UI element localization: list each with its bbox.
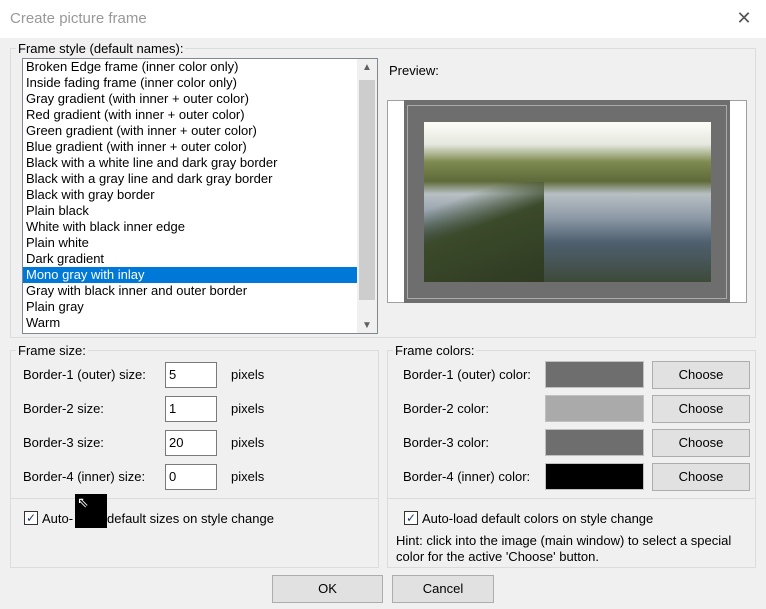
- mouse-cursor-icon: ⇖: [77, 494, 89, 510]
- pixels-unit-label: pixels: [231, 367, 265, 382]
- scrollbar-thumb[interactable]: [359, 80, 375, 300]
- border-4-color-swatch: [545, 463, 644, 490]
- auto-colors-checkbox[interactable]: ✓: [404, 511, 418, 525]
- border-4-choose-button[interactable]: Choose: [652, 463, 750, 491]
- frame-style-list[interactable]: Broken Edge frame (inner color only) Insi…: [22, 58, 378, 334]
- list-item[interactable]: Black with gray border: [23, 187, 377, 203]
- list-item[interactable]: Green gradient (with inner + outer color…: [23, 123, 377, 139]
- border-2-size-input[interactable]: 1: [165, 396, 217, 422]
- list-item[interactable]: Plain black: [23, 203, 377, 219]
- border-1-color-label: Border-1 (outer) color:: [403, 367, 531, 382]
- list-item[interactable]: White with black inner edge: [23, 219, 377, 235]
- frame-colors-label: Frame colors:: [393, 343, 477, 358]
- auto-sizes-label-b: default sizes on style change: [107, 511, 274, 526]
- close-icon[interactable]: ✕: [734, 8, 754, 28]
- cancel-button[interactable]: Cancel: [392, 575, 494, 603]
- border-2-color-swatch: [545, 395, 644, 422]
- border-3-size-label: Border-3 size:: [23, 435, 104, 450]
- pixels-unit-label: pixels: [231, 435, 265, 450]
- list-item[interactable]: Inside fading frame (inner color only): [23, 75, 377, 91]
- border-1-size-input[interactable]: 5: [165, 362, 217, 388]
- frame-style-label: Frame style (default names):: [16, 41, 186, 56]
- scroll-down-icon[interactable]: ▼: [357, 320, 377, 331]
- scroll-up-icon[interactable]: ▲: [357, 62, 377, 73]
- border-2-color-label: Border-2 color:: [403, 401, 489, 416]
- ok-button[interactable]: OK: [272, 575, 383, 603]
- hint-text: Hint: click into the image (main window)…: [396, 533, 732, 564]
- auto-colors-label: Auto-load default colors on style change: [422, 511, 654, 526]
- cursor-occlusion: ⇖: [75, 494, 107, 528]
- list-item[interactable]: Black with a white line and dark gray bo…: [23, 155, 377, 171]
- pixels-unit-label: pixels: [231, 401, 265, 416]
- border-4-size-input[interactable]: 0: [165, 464, 217, 490]
- border-2-choose-button[interactable]: Choose: [652, 395, 750, 423]
- border-1-color-swatch: [545, 361, 644, 388]
- border-3-color-swatch: [545, 429, 644, 456]
- border-1-size-label: Border-1 (outer) size:: [23, 367, 146, 382]
- auto-sizes-label-a: Auto-: [42, 511, 74, 526]
- border-1-choose-button[interactable]: Choose: [652, 361, 750, 389]
- pixels-unit-label: pixels: [231, 469, 265, 484]
- preview-label: Preview:: [389, 63, 439, 78]
- border-4-size-label: Border-4 (inner) size:: [23, 469, 146, 484]
- list-item[interactable]: Plain white: [23, 235, 377, 251]
- frame-size-label: Frame size:: [16, 343, 88, 358]
- divider: [387, 498, 756, 499]
- dialog-title: Create picture frame: [10, 10, 147, 27]
- divider: [10, 498, 379, 499]
- border-3-choose-button[interactable]: Choose: [652, 429, 750, 457]
- list-item[interactable]: Gray with black inner and outer border: [23, 283, 377, 299]
- border-4-color-label: Border-4 (inner) color:: [403, 469, 531, 484]
- list-item[interactable]: Mono gray with inlay: [23, 267, 377, 283]
- border-2-size-label: Border-2 size:: [23, 401, 104, 416]
- list-item[interactable]: Plain gray: [23, 299, 377, 315]
- list-item[interactable]: Broken Edge frame (inner color only): [23, 59, 377, 75]
- border-3-color-label: Border-3 color:: [403, 435, 489, 450]
- border-3-size-input[interactable]: 20: [165, 430, 217, 456]
- list-item[interactable]: Warm: [23, 315, 377, 331]
- preview-photo: [424, 122, 711, 282]
- list-item[interactable]: Red gradient (with inner + outer color): [23, 107, 377, 123]
- list-item[interactable]: Dark gradient: [23, 251, 377, 267]
- list-item[interactable]: Blue gradient (with inner + outer color): [23, 139, 377, 155]
- auto-sizes-checkbox[interactable]: ✓: [24, 511, 38, 525]
- list-item[interactable]: Gray gradient (with inner + outer color): [23, 91, 377, 107]
- list-item[interactable]: Black with a gray line and dark gray bor…: [23, 171, 377, 187]
